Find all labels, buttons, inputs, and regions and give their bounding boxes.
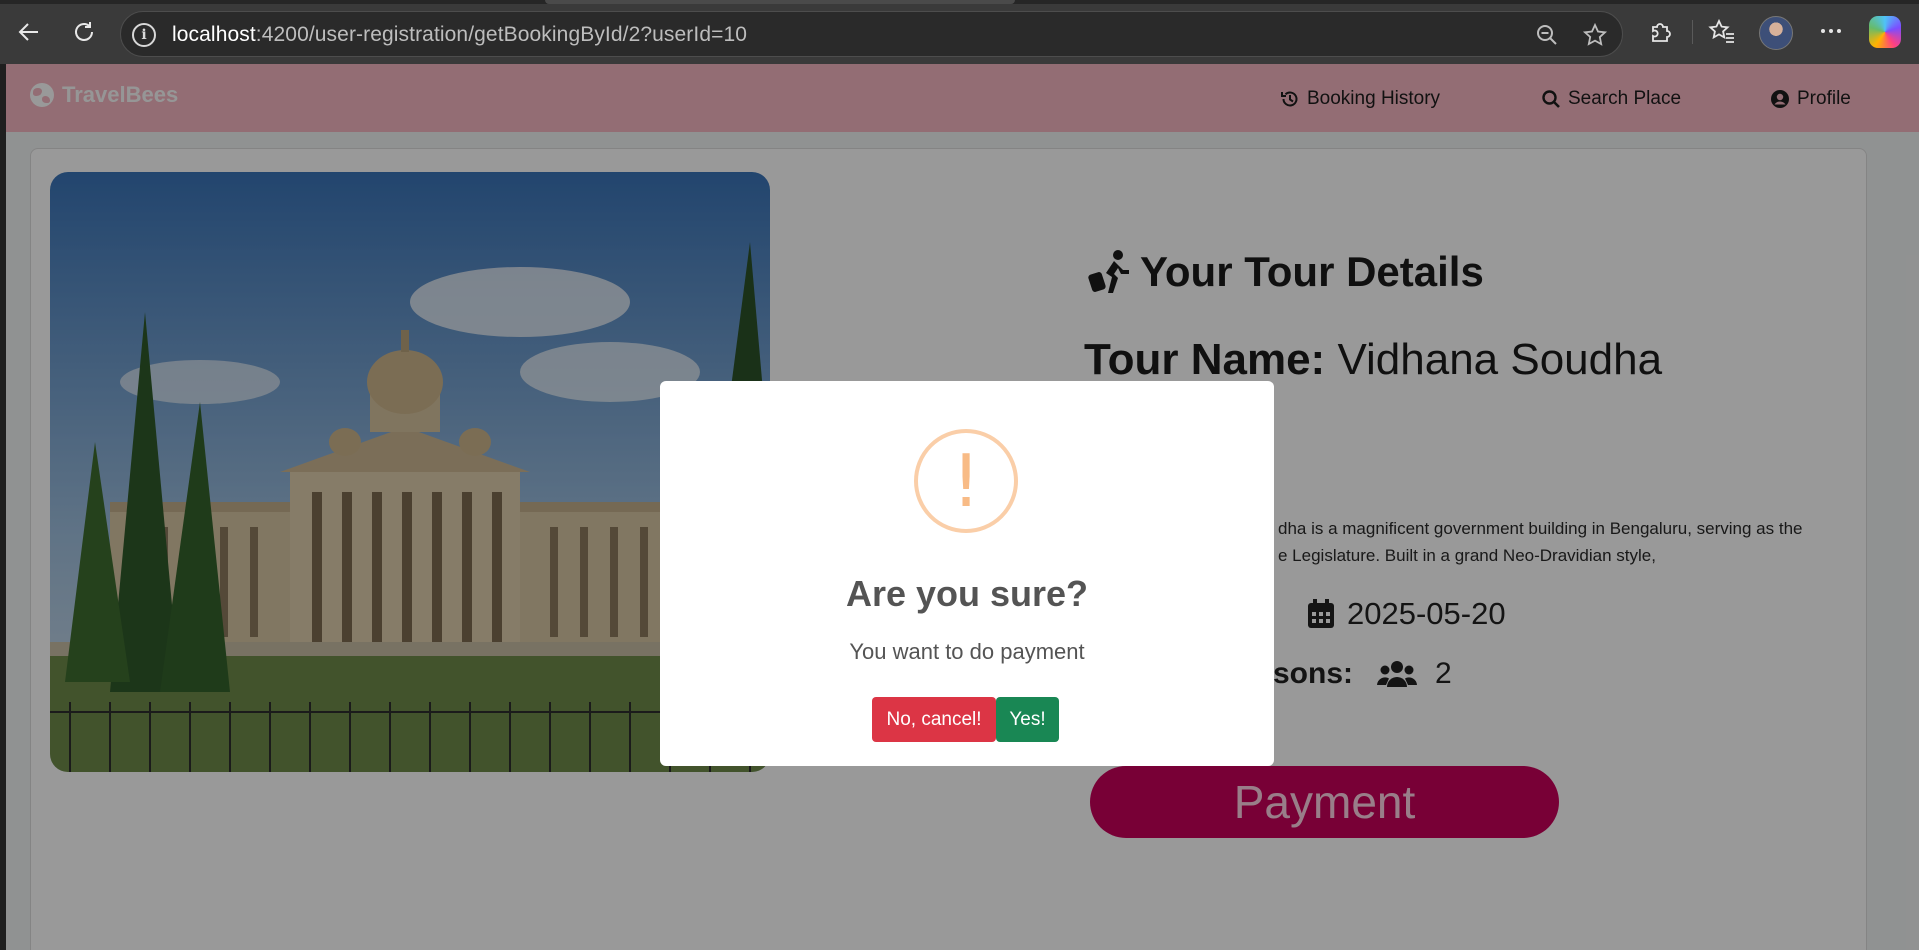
favorites-icon[interactable] bbox=[1706, 15, 1738, 47]
site-info-icon[interactable]: i bbox=[132, 23, 156, 47]
modal-backdrop[interactable]: ! Are you sure? You want to do payment N… bbox=[6, 64, 1919, 950]
dialog-message: You want to do payment bbox=[849, 639, 1085, 664]
cancel-button[interactable]: No, cancel! bbox=[872, 697, 996, 742]
address-bar[interactable]: i localhost:4200/user-registration/getBo… bbox=[120, 11, 1623, 57]
favorite-star-icon[interactable] bbox=[1582, 22, 1608, 48]
copilot-icon[interactable] bbox=[1869, 16, 1901, 48]
confirm-button[interactable]: Yes! bbox=[996, 697, 1059, 742]
refresh-icon[interactable] bbox=[66, 14, 102, 50]
back-icon[interactable] bbox=[11, 14, 47, 50]
profile-avatar[interactable] bbox=[1759, 16, 1793, 50]
active-tab-edge[interactable] bbox=[545, 0, 1015, 4]
browser-toolbar: i localhost:4200/user-registration/getBo… bbox=[0, 0, 1919, 64]
url-text[interactable]: localhost:4200/user-registration/getBook… bbox=[172, 23, 747, 47]
extensions-icon[interactable] bbox=[1645, 15, 1677, 47]
confirm-payment-dialog: ! Are you sure? You want to do payment N… bbox=[660, 381, 1274, 766]
tab-strip bbox=[0, 0, 1919, 4]
more-icon[interactable] bbox=[1815, 15, 1847, 47]
warning-icon: ! bbox=[914, 429, 1018, 533]
dialog-title: Are you sure? bbox=[845, 573, 1089, 614]
zoom-out-icon[interactable] bbox=[1534, 22, 1560, 48]
toolbar-divider bbox=[1692, 20, 1693, 44]
